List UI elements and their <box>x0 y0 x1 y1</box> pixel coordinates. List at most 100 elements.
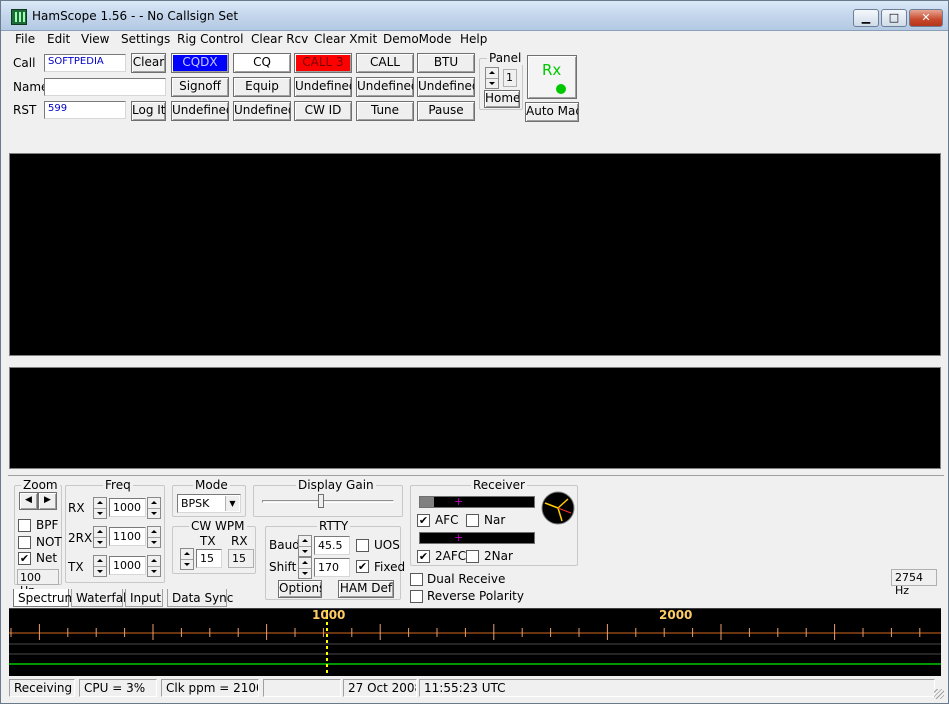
freq-rx-input[interactable]: 1000 <box>109 498 146 517</box>
net-label: Net <box>36 551 58 565</box>
rtty-options-button[interactable]: Options <box>278 580 322 598</box>
mode-value: BPSK <box>181 497 210 510</box>
spectrum-label-2000: 2000 <box>659 608 693 622</box>
macro-undefined-button[interactable]: Undefined <box>294 77 352 97</box>
cw-rx-label: RX <box>231 534 248 548</box>
freq-rx-label: RX <box>68 501 85 515</box>
rx-toggle-button[interactable]: Rx <box>527 55 577 99</box>
receiver-group: Receiver + ✔ AFC Nar + ✔ 2AFC 2Nar <box>410 478 578 566</box>
display-gain-title: Display Gain <box>296 478 376 492</box>
freq-tx-spinner[interactable] <box>93 555 107 577</box>
dual-receive-checkbox[interactable] <box>410 573 423 586</box>
panel-spinner[interactable] <box>485 67 499 89</box>
menu-demomode[interactable]: DemoMode <box>383 32 451 46</box>
macro-cq-button[interactable]: CQ <box>233 53 291 73</box>
resize-grip-icon[interactable] <box>934 689 944 699</box>
freq-tx-label: TX <box>68 560 84 574</box>
afc-level-bar <box>420 497 434 507</box>
clear-button[interactable]: Clear <box>131 53 166 73</box>
spectrum-graph <box>9 608 941 674</box>
freq-2rx-fine-spinner[interactable] <box>147 526 161 548</box>
zoom-left-button[interactable]: ◀ <box>19 492 38 510</box>
afc-checkbox[interactable]: ✔ <box>417 514 430 527</box>
macro-call-button[interactable]: CALL <box>356 53 414 73</box>
menu-help[interactable]: Help <box>460 32 487 46</box>
menu-clear-rcv[interactable]: Clear Rcv <box>251 32 308 46</box>
reverse-polarity-label: Reverse Polarity <box>427 589 524 603</box>
freq-tx-input[interactable]: 1000 <box>109 556 146 575</box>
display-gain-group: Display Gain <box>253 478 403 517</box>
freq-rx-fine-spinner[interactable] <box>147 497 161 519</box>
macro-undefined-button[interactable]: Undefined <box>233 101 291 121</box>
tab-data-sync[interactable]: Data Sync <box>167 589 233 607</box>
transmit-text-panel[interactable] <box>9 367 941 469</box>
freq-rx-spinner[interactable] <box>93 497 107 519</box>
menu-view[interactable]: View <box>81 32 109 46</box>
macro-cqdx-button[interactable]: CQDX <box>171 53 229 73</box>
ham-def-button[interactable]: HAM Def <box>338 580 394 598</box>
name-input[interactable] <box>44 78 166 96</box>
menu-edit[interactable]: Edit <box>47 32 70 46</box>
macro-pause-button[interactable]: Pause <box>417 101 475 121</box>
nar-checkbox[interactable] <box>466 514 479 527</box>
shift-input[interactable]: 170 <box>314 558 350 577</box>
cw-tx-spinner[interactable] <box>180 548 194 570</box>
macro-btu-button[interactable]: BTU <box>417 53 475 73</box>
rst-input[interactable]: 599 <box>44 101 126 119</box>
menu-settings[interactable]: Settings <box>121 32 170 46</box>
home-button[interactable]: Home <box>484 90 520 108</box>
rst-label: RST <box>13 103 37 117</box>
zoom-title: Zoom <box>21 478 60 492</box>
baud-input[interactable]: 45.5 <box>314 536 350 555</box>
call-input[interactable]: SOFTPEDIA <box>44 54 126 72</box>
afc-tuning-bar[interactable]: + <box>419 495 535 508</box>
reverse-polarity-checkbox[interactable] <box>410 590 423 603</box>
tab-spectrum[interactable]: Spectrum <box>13 589 76 607</box>
not-checkbox[interactable] <box>18 536 31 549</box>
close-button[interactable]: ✕ <box>909 9 943 27</box>
baud-spinner[interactable] <box>298 535 312 557</box>
chevron-down-icon[interactable]: ▼ <box>225 496 239 511</box>
spectrum-display[interactable]: 1000 2000 <box>9 608 941 676</box>
tab-waterfall[interactable]: Waterfall <box>71 589 130 607</box>
display-gain-slider[interactable] <box>318 494 325 508</box>
afc2-tuning-bar[interactable]: + <box>419 531 535 544</box>
uos-checkbox[interactable] <box>356 539 369 552</box>
shift-spinner[interactable] <box>298 557 312 579</box>
not-label: NOT <box>36 535 62 549</box>
app-icon <box>11 9 27 25</box>
zoom-right-button[interactable]: ▶ <box>38 492 57 510</box>
bpf-checkbox[interactable] <box>18 519 31 532</box>
tab-input[interactable]: Input <box>125 589 163 607</box>
app-window: HamScope 1.56 - - No Callsign Set ▁ □ ✕ … <box>0 0 949 704</box>
macro-undefined-button[interactable]: Undefined <box>171 101 229 121</box>
mode-select[interactable]: BPSK ▼ <box>177 494 241 513</box>
macro-equip-button[interactable]: Equip <box>233 77 291 97</box>
macro-undefined-button[interactable]: Undefined <box>417 77 475 97</box>
macro-undefined-button[interactable]: Undefined <box>356 77 414 97</box>
menu-clear-xmit[interactable]: Clear Xmit <box>314 32 377 46</box>
call-label: Call <box>13 56 36 70</box>
cw-tx-input[interactable]: 15 <box>196 549 222 568</box>
receive-text-panel[interactable] <box>9 153 941 356</box>
nar2-checkbox[interactable] <box>466 550 479 563</box>
macro-tune-button[interactable]: Tune <box>356 101 414 121</box>
cw-rx-readout: 15 <box>228 549 254 568</box>
afc2-checkbox[interactable]: ✔ <box>417 550 430 563</box>
menu-rig-control[interactable]: Rig Control <box>177 32 243 46</box>
freq-2rx-input[interactable]: 1100 <box>109 527 146 546</box>
macro-signoff-button[interactable]: Signoff <box>171 77 229 97</box>
title-bar[interactable]: HamScope 1.56 - - No Callsign Set ▁ □ ✕ <box>1 1 948 31</box>
freq-2rx-spinner[interactable] <box>93 526 107 548</box>
net-checkbox[interactable]: ✔ <box>18 552 31 565</box>
minimize-button[interactable]: ▁ <box>853 9 879 27</box>
log-it-button[interactable]: Log It <box>131 101 166 121</box>
maximize-button[interactable]: □ <box>881 9 907 27</box>
macro-cwid-button[interactable]: CW ID <box>294 101 352 121</box>
macro-call3-button[interactable]: CALL 3 <box>294 53 352 73</box>
cw-wpm-group: CW WPM TX RX 15 15 <box>172 519 256 574</box>
auto-mac-button[interactable]: Auto Mac <box>525 102 579 122</box>
fixed-checkbox[interactable]: ✔ <box>356 560 369 573</box>
menu-file[interactable]: File <box>15 32 35 46</box>
freq-tx-fine-spinner[interactable] <box>147 555 161 577</box>
